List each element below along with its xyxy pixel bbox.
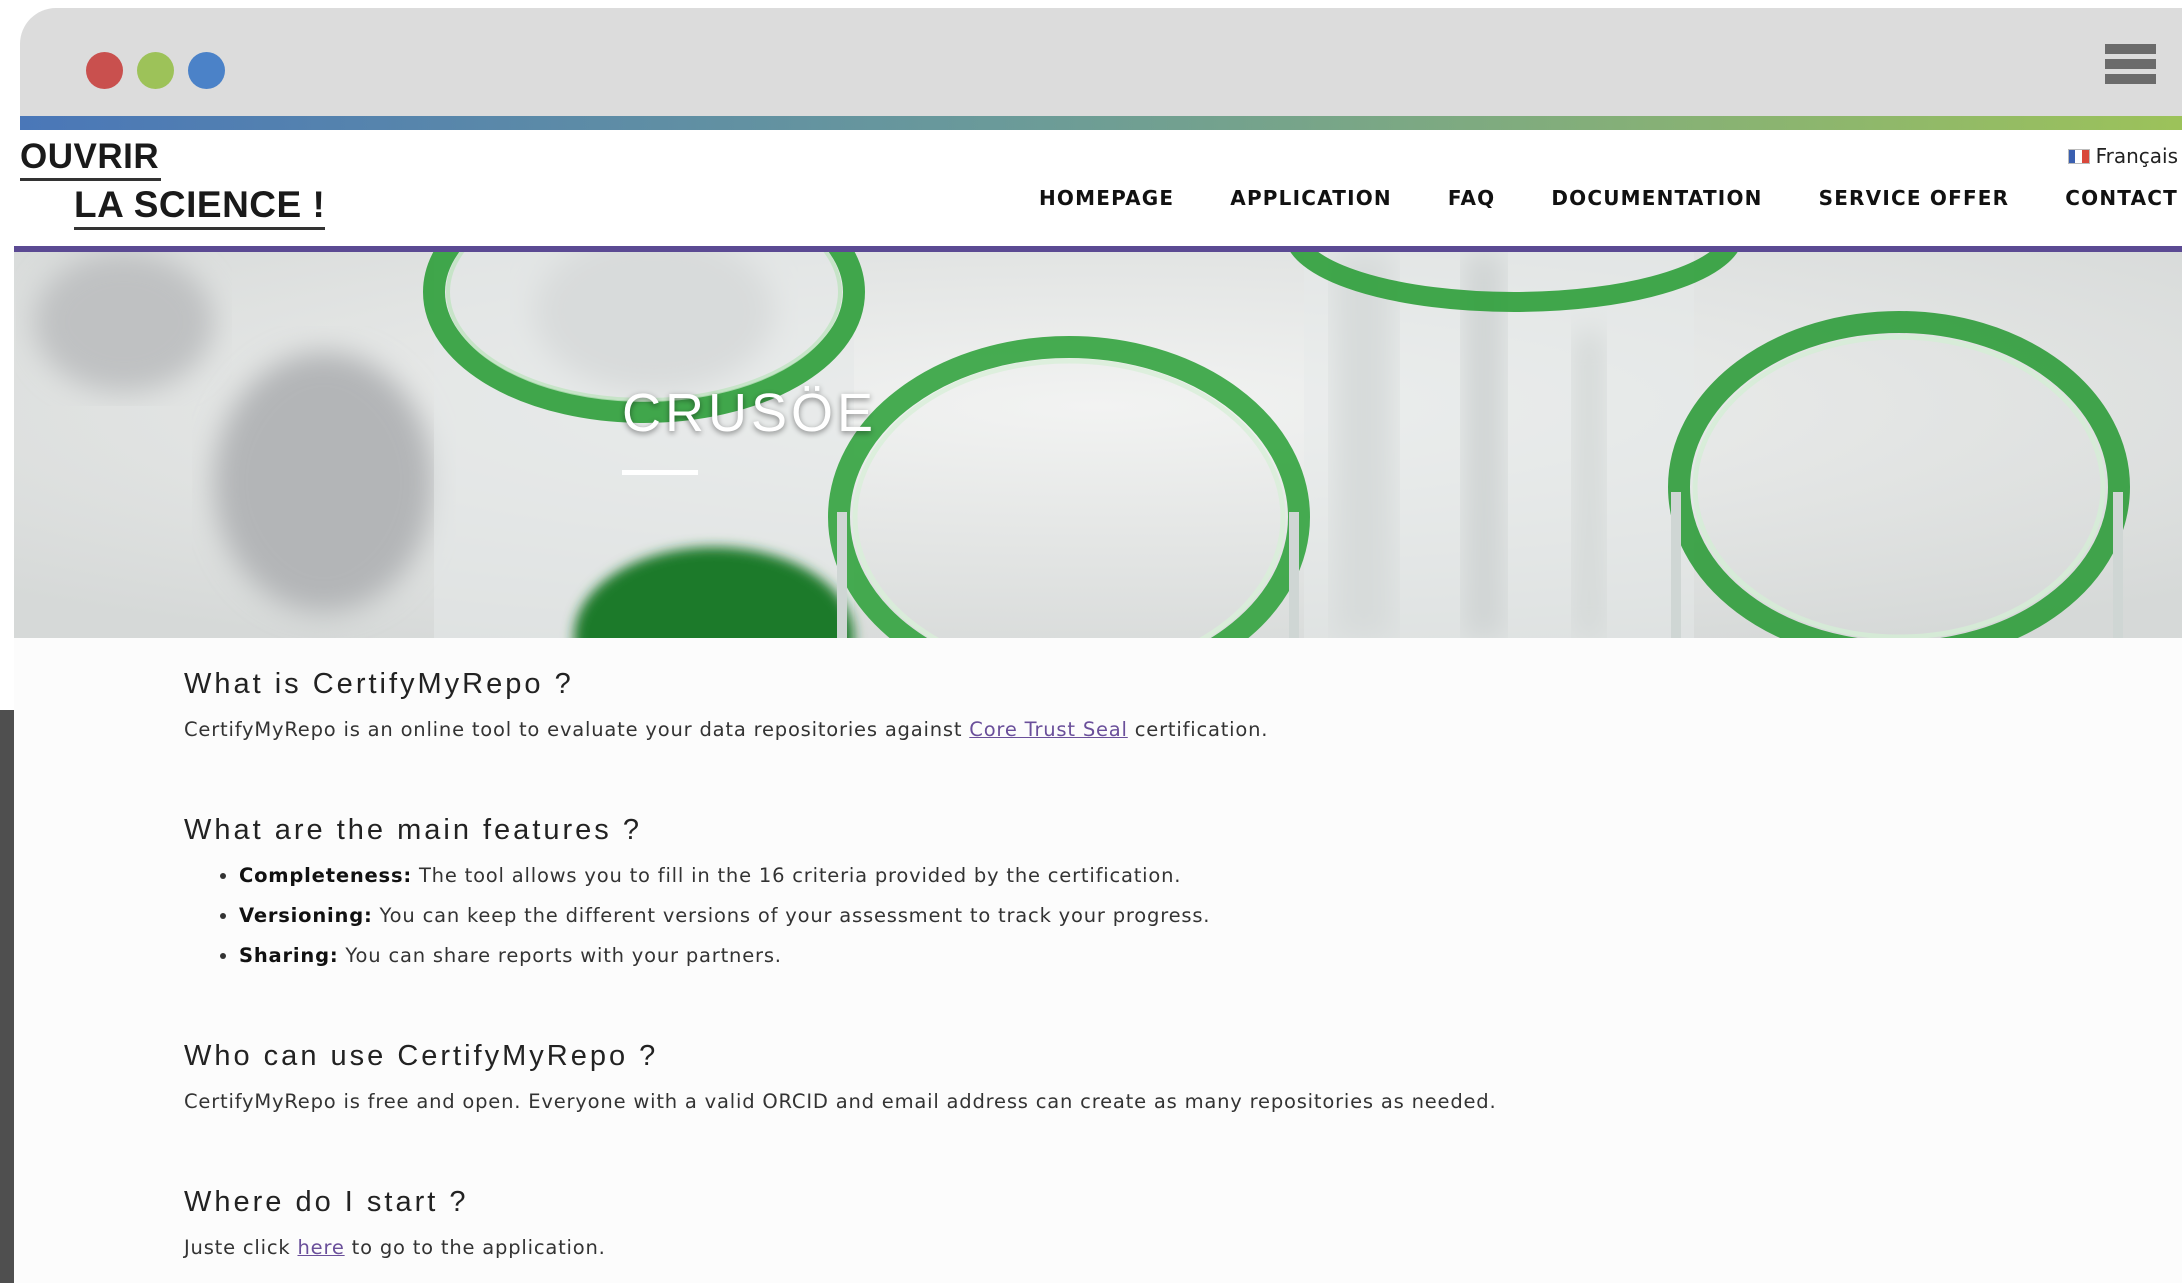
feature-label: Sharing: xyxy=(239,944,339,967)
list-item: Sharing: You can share reports with your… xyxy=(239,936,1210,976)
start-text-after: to go to the application. xyxy=(344,1236,606,1259)
window-edge xyxy=(0,710,14,1283)
section-heading-what: What is CertifyMyRepo ? xyxy=(184,668,574,700)
section-heading-who: Who can use CertifyMyRepo ? xyxy=(184,1040,659,1072)
hero-banner: CRUSÖE xyxy=(14,252,2182,638)
site-header: OUVRIR LA SCIENCE ! Français HOMEPAGE AP… xyxy=(14,130,2182,246)
feature-text: The tool allows you to fill in the 16 cr… xyxy=(411,864,1182,887)
list-item: Versioning: You can keep the different v… xyxy=(239,896,1210,936)
feature-text: You can keep the different versions of y… xyxy=(372,904,1211,927)
browser-chrome xyxy=(20,8,2182,116)
list-item: Completeness: The tool allows you to fil… xyxy=(239,856,1210,896)
what-text-before: CertifyMyRepo is an online tool to evalu… xyxy=(184,718,970,741)
maximize-window-button[interactable] xyxy=(188,52,225,89)
gradient-divider xyxy=(20,116,2182,130)
nav-faq[interactable]: FAQ xyxy=(1448,186,1495,210)
here-link[interactable]: here xyxy=(297,1236,344,1259)
feature-label: Versioning: xyxy=(239,904,373,927)
hero-title: CRUSÖE xyxy=(622,383,878,443)
hero-title-underline xyxy=(622,470,698,475)
feature-label: Completeness: xyxy=(239,864,412,887)
site-logo[interactable]: OUVRIR LA SCIENCE ! xyxy=(20,136,326,230)
main-content: What is CertifyMyRepo ? CertifyMyRepo is… xyxy=(14,638,2182,1283)
section-heading-start: Where do I start ? xyxy=(184,1186,469,1218)
nav-application[interactable]: APPLICATION xyxy=(1230,186,1392,210)
section-text-what: CertifyMyRepo is an online tool to evalu… xyxy=(184,718,1268,741)
nav-homepage[interactable]: HOMEPAGE xyxy=(1039,186,1174,210)
language-label: Français xyxy=(2095,144,2178,168)
feature-text: You can share reports with your partners… xyxy=(338,944,782,967)
start-text-before: Juste click xyxy=(184,1236,298,1259)
core-trust-seal-link[interactable]: Core Trust Seal xyxy=(969,718,1128,741)
section-text-start: Juste click here to go to the applicatio… xyxy=(184,1236,606,1259)
logo-line2: LA SCIENCE ! xyxy=(74,183,326,230)
hero-background-image xyxy=(14,252,2182,638)
nav-contact[interactable]: CONTACT xyxy=(2065,186,2178,210)
logo-line1: OUVRIR xyxy=(20,136,162,181)
language-switcher[interactable]: Français xyxy=(2067,144,2178,168)
section-text-who: CertifyMyRepo is free and open. Everyone… xyxy=(184,1090,1497,1113)
hamburger-icon[interactable] xyxy=(2105,44,2156,94)
nav-documentation[interactable]: DOCUMENTATION xyxy=(1551,186,1762,210)
french-flag-icon xyxy=(2067,148,2090,164)
close-window-button[interactable] xyxy=(86,52,123,89)
main-nav: HOMEPAGE APPLICATION FAQ DOCUMENTATION S… xyxy=(983,186,2178,210)
minimize-window-button[interactable] xyxy=(137,52,174,89)
what-text-after: certification. xyxy=(1127,718,1269,741)
section-heading-features: What are the main features ? xyxy=(184,814,642,846)
nav-service-offer[interactable]: SERVICE OFFER xyxy=(1819,186,2010,210)
features-list: Completeness: The tool allows you to fil… xyxy=(184,856,1210,976)
